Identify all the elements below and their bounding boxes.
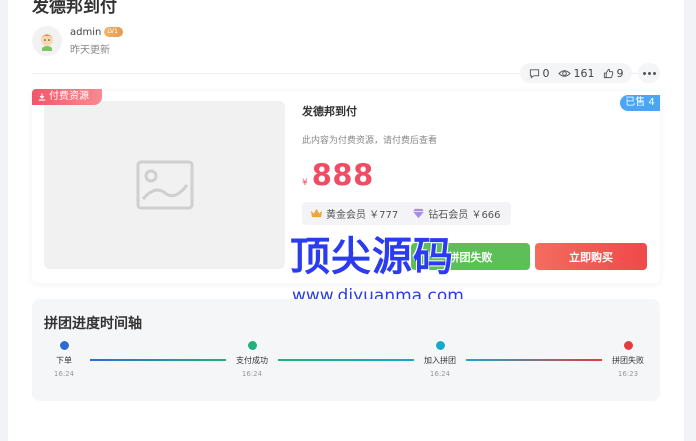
like-count: 9 [616, 66, 624, 80]
crown-icon [311, 208, 322, 218]
timeline-dot [58, 340, 70, 351]
buy-now-button[interactable]: 立即购买 [535, 243, 647, 270]
vip-gold-label: 黄金会员 ￥777 [326, 210, 399, 221]
timeline-dot [246, 340, 258, 351]
author-block: admin LV1 昨天更新 [32, 26, 123, 56]
group-timeline: 拼团进度时间轴 下单 16:24 支付成功 16:24 加入拼团 16:24 拼… [32, 299, 660, 401]
timeline-step: 拼团失败 16:23 [598, 340, 658, 378]
timeline-line [278, 359, 414, 361]
comment-count: 0 [542, 66, 550, 80]
thumbs-up-icon [603, 68, 613, 78]
vip-gold-price: 黄金会员 ￥777 [310, 206, 398, 221]
resource-description: 此内容为付费资源，请付费后查看 [302, 136, 438, 146]
comment-stat[interactable]: 0 [529, 67, 550, 80]
resource-thumbnail[interactable] [44, 101, 285, 269]
timeline-step-time: 16:24 [53, 370, 75, 378]
sold-count-tag: 已售 4 [620, 95, 660, 111]
timeline-step-time: 16:23 [617, 370, 639, 378]
timeline-step-label: 支付成功 [236, 356, 268, 365]
post-title: 发德邦到付 [32, 0, 117, 17]
more-button[interactable] [638, 63, 660, 83]
paid-resource-tag: 付费资源 [32, 89, 102, 105]
more-icon [642, 71, 646, 75]
view-stat: 161 [557, 66, 595, 80]
like-stat[interactable]: 9 [603, 67, 624, 80]
timeline-title: 拼团进度时间轴 [44, 316, 142, 332]
group-fail-button[interactable]: 拼团失败 [411, 243, 530, 270]
download-icon [38, 93, 46, 101]
vip-diamond-label: 钻石会员 ￥666 [428, 210, 501, 221]
eye-icon [557, 69, 571, 77]
view-count: 161 [573, 66, 595, 80]
timeline-step-time: 16:24 [429, 370, 451, 378]
timeline-line [90, 359, 226, 361]
timeline-dot [622, 340, 634, 351]
timeline-step-time: 16:24 [241, 370, 263, 378]
comment-icon [529, 68, 539, 79]
price: ¥ 888 [302, 158, 374, 192]
resource-name: 发德邦到付 [302, 105, 357, 118]
avatar-icon [41, 34, 53, 51]
level-badge: LV1 [104, 27, 123, 37]
diamond-icon [413, 208, 425, 219]
vip-diamond-price: 钻石会员 ￥666 [412, 206, 501, 221]
timeline-dot [434, 340, 446, 351]
paid-tag-label: 付费资源 [49, 91, 89, 102]
timeline-step-label: 加入拼团 [424, 356, 456, 365]
timeline-step: 加入拼团 16:24 [410, 340, 470, 378]
timeline-step-label: 拼团失败 [612, 356, 644, 365]
vip-prices: 黄金会员 ￥777 钻石会员 ￥666 [302, 202, 511, 225]
price-symbol: ¥ [302, 178, 308, 188]
price-value: 888 [311, 158, 374, 192]
timeline-step: 下单 16:24 [34, 340, 94, 378]
updated-time: 昨天更新 [70, 44, 110, 56]
author-name[interactable]: admin [70, 27, 101, 38]
image-placeholder-icon [136, 160, 193, 210]
timeline-step: 支付成功 16:24 [222, 340, 282, 378]
post-stats: 0 161 9 [520, 63, 632, 83]
timeline-step-label: 下单 [56, 356, 72, 365]
timeline-line [466, 359, 602, 361]
avatar[interactable] [32, 26, 62, 56]
